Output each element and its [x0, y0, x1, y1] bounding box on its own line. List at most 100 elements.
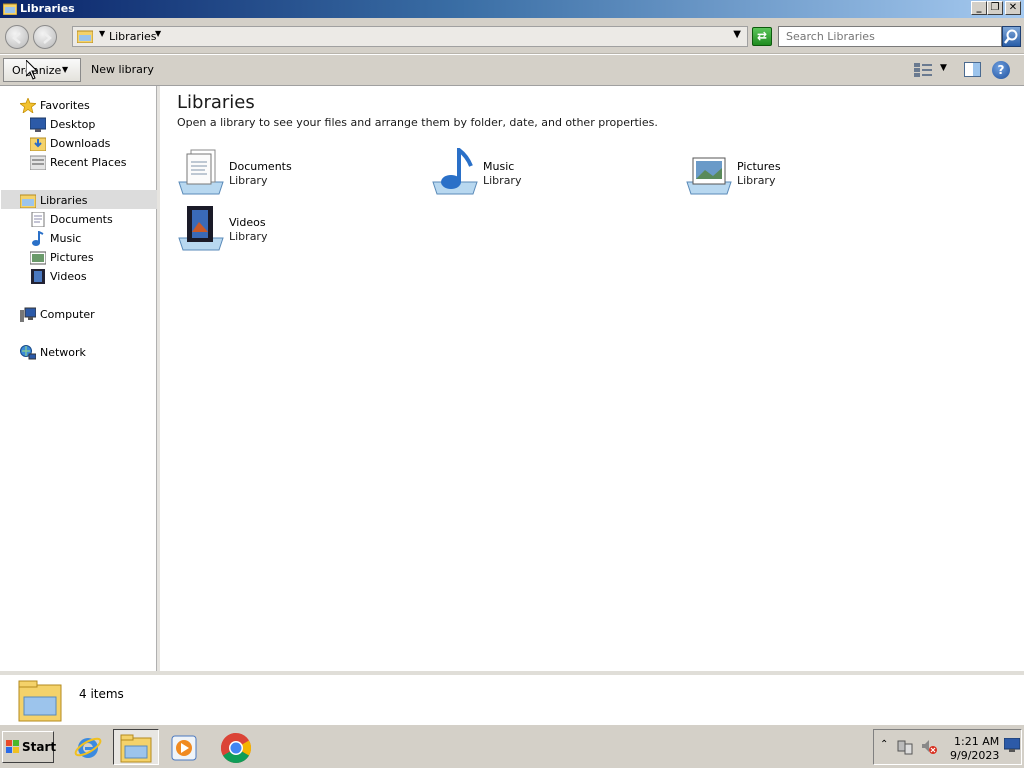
- change-view-icon[interactable]: [914, 63, 932, 77]
- nav-favorites[interactable]: Favorites: [20, 96, 150, 115]
- star-icon: [20, 98, 36, 113]
- nav-favorites-label: Favorites: [40, 99, 90, 112]
- library-name: Music: [483, 160, 515, 173]
- forward-arrow-icon: [43, 32, 52, 44]
- nav-item-downloads[interactable]: Downloads: [30, 134, 150, 153]
- nav-item-videos[interactable]: Videos: [30, 267, 150, 286]
- taskbar-windows-explorer[interactable]: [113, 729, 159, 765]
- library-tile-videos[interactable]: Videos Library: [177, 204, 417, 256]
- libraries-window-icon: [3, 3, 17, 15]
- nav-network-label: Network: [40, 346, 86, 359]
- refresh-icon[interactable]: ⇄: [752, 27, 772, 46]
- library-type: Library: [737, 174, 776, 187]
- library-type: Library: [483, 174, 522, 187]
- nav-network[interactable]: Network: [20, 343, 150, 362]
- music-library-icon: [432, 148, 478, 195]
- chrome-icon: [220, 733, 252, 764]
- library-type: Library: [229, 230, 268, 243]
- item-count: 4 items: [79, 687, 124, 701]
- recent-places-icon: [30, 155, 46, 170]
- nav-item-desktop[interactable]: Desktop: [30, 115, 150, 134]
- show-desktop-icon[interactable]: [1004, 738, 1020, 752]
- nav-item-pictures[interactable]: Pictures: [30, 248, 150, 267]
- library-name: Pictures: [737, 160, 781, 173]
- mouse-cursor-icon: [26, 60, 38, 80]
- preview-pane-icon[interactable]: [964, 62, 981, 77]
- show-hidden-icons-icon[interactable]: ⌃: [880, 739, 888, 750]
- chevron-down-icon: ▼: [62, 65, 69, 74]
- search-button[interactable]: [1002, 26, 1021, 47]
- nav-item-label: Downloads: [50, 137, 111, 150]
- nav-item-label: Recent Places: [50, 156, 127, 169]
- nav-item-music[interactable]: Music: [30, 229, 150, 248]
- clock-date[interactable]: 9/9/2023: [950, 749, 999, 762]
- library-tile-pictures[interactable]: Pictures Library: [685, 148, 925, 200]
- clock-time[interactable]: 1:21 AM: [954, 735, 999, 748]
- start-button[interactable]: Start: [2, 731, 57, 763]
- nav-item-label: Documents: [50, 213, 113, 226]
- window-title: Libraries: [20, 2, 75, 15]
- breadcrumb-chevron-icon[interactable]: ▼: [155, 29, 161, 38]
- taskbar: Start ⌃ 1:21 AM 9/9/2023: [0, 724, 1024, 768]
- navigation-pane: [0, 86, 157, 671]
- network-tray-icon[interactable]: [897, 739, 913, 755]
- nav-item-documents[interactable]: Documents: [30, 210, 150, 229]
- desktop-icon: [30, 117, 46, 132]
- organize-button[interactable]: Organize ▼: [3, 58, 81, 82]
- command-bar: Organize ▼ New library ▼ ?: [0, 55, 1024, 86]
- address-row: ▼ Libraries ▼ ▼ ⇄: [0, 18, 1024, 54]
- back-button[interactable]: [5, 25, 29, 49]
- new-library-button[interactable]: New library: [91, 63, 154, 76]
- page-title: Libraries: [177, 92, 255, 113]
- restore-button[interactable]: ❐: [987, 1, 1003, 15]
- nav-libraries-label: Libraries: [40, 194, 88, 207]
- nav-libraries[interactable]: Libraries: [20, 191, 150, 210]
- library-tile-music[interactable]: Music Library: [431, 148, 671, 200]
- volume-muted-icon[interactable]: [921, 739, 937, 755]
- system-tray: ⌃ 1:21 AM 9/9/2023: [873, 729, 1022, 765]
- forward-button[interactable]: [33, 25, 57, 49]
- start-label: Start: [22, 740, 57, 754]
- taskbar-internet-explorer[interactable]: [66, 729, 112, 765]
- back-arrow-icon: [12, 32, 21, 44]
- nav-computer-label: Computer: [40, 308, 95, 321]
- media-player-icon: [171, 735, 197, 761]
- nav-item-label: Music: [50, 232, 82, 245]
- page-description: Open a library to see your files and arr…: [177, 116, 658, 129]
- library-name: Documents: [229, 160, 292, 173]
- search-icon: [1004, 29, 1018, 44]
- nav-item-label: Videos: [50, 270, 87, 283]
- windows-logo-icon: [6, 740, 19, 753]
- music-icon: [32, 231, 44, 246]
- windows-explorer-icon: [120, 734, 152, 763]
- nav-item-label: Pictures: [50, 251, 94, 264]
- videos-library-icon: [178, 206, 224, 251]
- nav-item-label: Desktop: [50, 118, 96, 131]
- documents-icon: [31, 212, 45, 227]
- pictures-icon: [30, 251, 46, 265]
- network-icon: [20, 345, 36, 360]
- close-button[interactable]: ✕: [1005, 1, 1021, 15]
- library-name: Videos: [229, 216, 266, 229]
- title-bar[interactable]: Libraries _ ❐ ✕: [0, 0, 1024, 18]
- taskbar-media-player[interactable]: [162, 729, 208, 765]
- taskbar-chrome[interactable]: [213, 729, 259, 765]
- nav-item-recent-places[interactable]: Recent Places: [30, 153, 150, 172]
- help-icon[interactable]: ?: [992, 61, 1010, 79]
- nav-computer[interactable]: Computer: [20, 305, 150, 324]
- minimize-button[interactable]: _: [971, 1, 987, 15]
- library-type: Library: [229, 174, 268, 187]
- breadcrumb[interactable]: Libraries: [109, 30, 157, 43]
- search-box[interactable]: [778, 26, 1002, 47]
- address-history-dropdown-icon[interactable]: ▼: [733, 29, 741, 40]
- library-tile-documents[interactable]: Documents Library: [177, 148, 417, 200]
- chevron-down-icon[interactable]: ▼: [99, 29, 105, 38]
- search-input[interactable]: [779, 27, 1001, 46]
- libraries-large-icon: [18, 680, 62, 722]
- address-bar[interactable]: ▼ Libraries ▼ ▼: [72, 26, 748, 47]
- pictures-library-icon: [686, 157, 732, 195]
- view-options-chevron-icon[interactable]: ▼: [940, 63, 947, 73]
- libraries-icon: [20, 194, 36, 208]
- computer-icon: [20, 307, 36, 322]
- internet-explorer-icon: [74, 737, 102, 758]
